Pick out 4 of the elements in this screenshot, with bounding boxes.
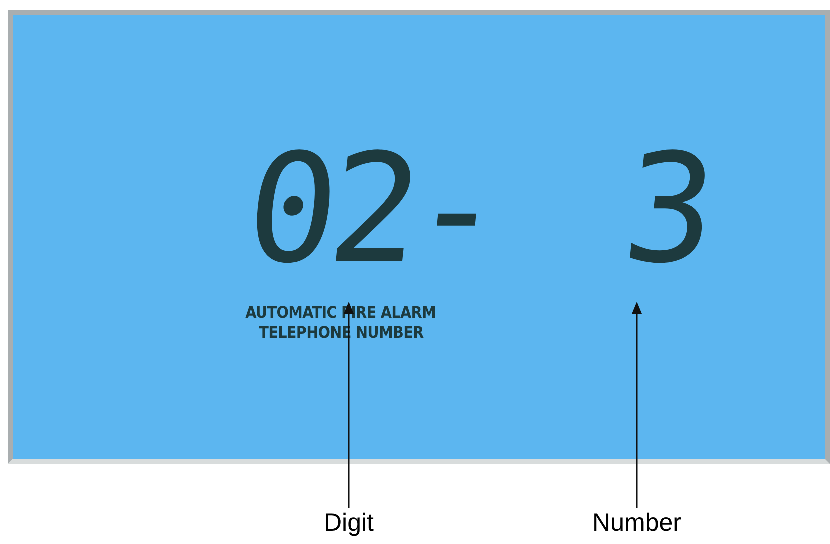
segment-digits: 02-: [240, 135, 503, 285]
segment-number: 3: [617, 135, 724, 285]
callout-label: Digit: [324, 508, 374, 538]
callout-label: Number: [592, 508, 682, 538]
